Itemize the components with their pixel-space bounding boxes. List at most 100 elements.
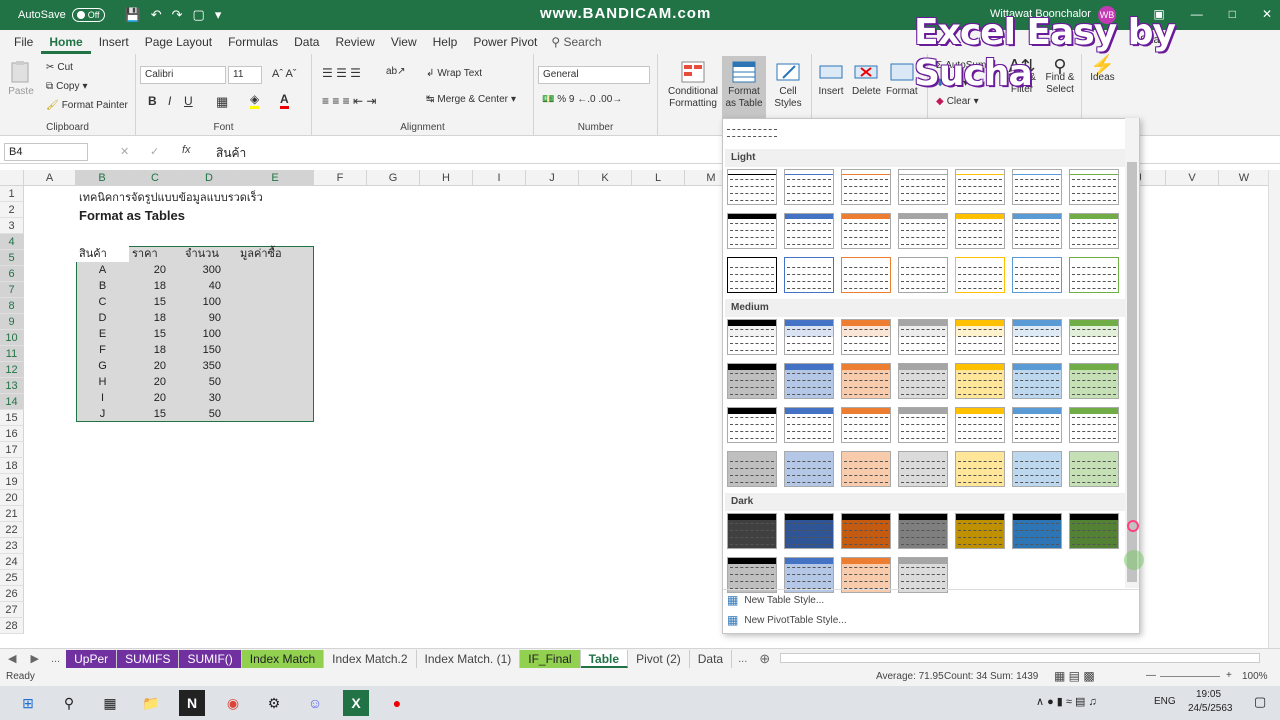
table-style-swatch[interactable] <box>1012 407 1062 443</box>
column-header[interactable]: W <box>1219 170 1270 186</box>
add-sheet-icon[interactable]: ⊕ <box>753 651 776 667</box>
table-style-swatch[interactable] <box>898 169 948 205</box>
sheet-tab[interactable]: UpPer <box>66 649 118 668</box>
row-header[interactable]: 8 <box>0 298 24 314</box>
qat-dropdown-icon[interactable]: ▾ <box>215 7 222 23</box>
table-style-swatch[interactable] <box>784 363 834 399</box>
table-style-swatch[interactable] <box>841 257 891 293</box>
new-table-style-item[interactable]: ▦ New Table Style... <box>727 593 824 607</box>
tab-page-layout[interactable]: Page Layout <box>137 30 220 54</box>
table-style-swatch[interactable] <box>1069 407 1119 443</box>
data-cell[interactable]: 40 <box>182 278 237 294</box>
table-style-swatch[interactable] <box>898 363 948 399</box>
cut-button[interactable]: ✂ Cut <box>46 62 73 73</box>
data-cell[interactable]: 150 <box>182 342 237 358</box>
italic-button[interactable]: I <box>168 94 171 108</box>
table-style-swatch[interactable] <box>1012 257 1062 293</box>
vertical-scrollbar[interactable] <box>1268 170 1280 648</box>
conditional-formatting-button[interactable]: Conditional Formatting <box>662 60 724 110</box>
row-header[interactable]: 16 <box>0 426 24 442</box>
copy-button[interactable]: ⧉ Copy ▾ <box>46 81 88 92</box>
data-cell[interactable]: 50 <box>182 374 237 390</box>
sheet-tab[interactable]: Index Match. (1) <box>417 649 521 668</box>
sheet-tab[interactable]: Index Match.2 <box>324 649 417 668</box>
save-icon[interactable]: 💾 <box>125 7 141 23</box>
tab-view[interactable]: View <box>383 30 425 54</box>
table-style-swatch[interactable] <box>727 451 777 487</box>
row-header[interactable]: 19 <box>0 474 24 490</box>
table-style-swatch[interactable] <box>841 407 891 443</box>
table-style-swatch[interactable] <box>784 451 834 487</box>
insert-cells-button[interactable]: Insert <box>818 60 844 98</box>
column-header[interactable]: V <box>1166 170 1219 186</box>
zoom-in-icon[interactable]: + <box>1226 670 1232 681</box>
data-cell[interactable]: 18 <box>129 310 182 326</box>
row-header[interactable]: 27 <box>0 602 24 618</box>
paste-button[interactable]: Paste <box>8 60 34 98</box>
table-style-swatch[interactable] <box>727 513 777 549</box>
more-sheets-right-icon[interactable]: ... <box>732 653 753 665</box>
table-style-swatch[interactable] <box>841 169 891 205</box>
discord-icon[interactable]: ☺ <box>302 690 328 716</box>
cell-styles-button[interactable]: Cell Styles <box>770 60 806 110</box>
sheet-tab[interactable]: Index Match <box>241 649 325 668</box>
row-header[interactable]: 24 <box>0 554 24 570</box>
row-header[interactable]: 6 <box>0 266 24 282</box>
align-top-icon[interactable]: ☰ ☰ ☰ <box>322 66 361 80</box>
data-cell[interactable]: H <box>76 374 129 390</box>
table-style-swatch[interactable] <box>955 451 1005 487</box>
column-header[interactable]: I <box>473 170 526 186</box>
data-cell[interactable]: 20 <box>129 390 182 406</box>
table-style-swatch[interactable] <box>784 257 834 293</box>
row-header[interactable]: 7 <box>0 282 24 298</box>
row-header[interactable]: 10 <box>0 330 24 346</box>
table-style-swatch[interactable] <box>1069 513 1119 549</box>
table-style-swatch[interactable] <box>784 557 834 593</box>
redo-icon[interactable]: ↷ <box>172 7 183 23</box>
clock-time[interactable]: 19:05 <box>1196 689 1221 700</box>
table-style-swatch[interactable] <box>1012 513 1062 549</box>
chrome-icon[interactable]: ◉ <box>220 690 246 716</box>
data-cell[interactable]: G <box>76 358 129 374</box>
table-style-swatch[interactable] <box>841 363 891 399</box>
task-view-icon[interactable]: ▦ <box>97 690 123 716</box>
windows-start-icon[interactable]: ⊞ <box>15 690 41 716</box>
data-cell[interactable]: 15 <box>129 294 182 310</box>
table-style-swatch[interactable] <box>841 213 891 249</box>
data-cell[interactable]: 50 <box>182 406 237 422</box>
table-style-swatch[interactable] <box>1012 363 1062 399</box>
table-style-swatch[interactable] <box>727 363 777 399</box>
cancel-icon[interactable]: ✕ <box>120 145 129 158</box>
data-cell[interactable]: J <box>76 406 129 422</box>
table-style-swatch[interactable] <box>841 557 891 593</box>
sheet-tab[interactable]: Pivot (2) <box>628 649 690 668</box>
font-color-icon[interactable]: A <box>280 92 289 109</box>
zoom-out-icon[interactable]: — <box>1146 670 1156 681</box>
fill-color-icon[interactable]: ◈ <box>250 92 260 109</box>
table-style-swatch[interactable] <box>727 557 777 593</box>
bandicam-icon[interactable]: ● <box>384 690 410 716</box>
tab-power-pivot[interactable]: Power Pivot <box>465 30 545 54</box>
zoom-slider[interactable] <box>1160 676 1220 677</box>
wrap-text-button[interactable]: ↲ Wrap Text <box>426 68 482 79</box>
format-as-table-button[interactable]: Format as Table <box>722 56 766 118</box>
table-style-swatch[interactable] <box>727 169 777 205</box>
column-header[interactable]: H <box>420 170 473 186</box>
status-average[interactable]: Average: 71.95 <box>876 671 944 682</box>
font-size-select[interactable]: 11 <box>228 66 262 84</box>
sheet-tab[interactable]: SUMIF() <box>179 649 242 668</box>
fx-icon[interactable]: fx <box>182 144 191 156</box>
row-header[interactable]: 26 <box>0 586 24 602</box>
row-header[interactable]: 2 <box>0 202 24 218</box>
column-header[interactable]: G <box>367 170 420 186</box>
table-style-swatch[interactable] <box>898 213 948 249</box>
underline-button[interactable]: U <box>184 94 193 108</box>
bold-button[interactable]: B <box>148 94 157 108</box>
header-cell[interactable]: ราคา <box>129 246 161 262</box>
data-cell[interactable]: A <box>76 262 129 278</box>
column-header[interactable]: E <box>237 170 314 186</box>
tab-insert[interactable]: Insert <box>91 30 137 54</box>
sheet-tab[interactable]: IF_Final <box>520 649 581 668</box>
file-explorer-icon[interactable]: 📁 <box>138 690 164 716</box>
table-style-swatch[interactable] <box>841 319 891 355</box>
